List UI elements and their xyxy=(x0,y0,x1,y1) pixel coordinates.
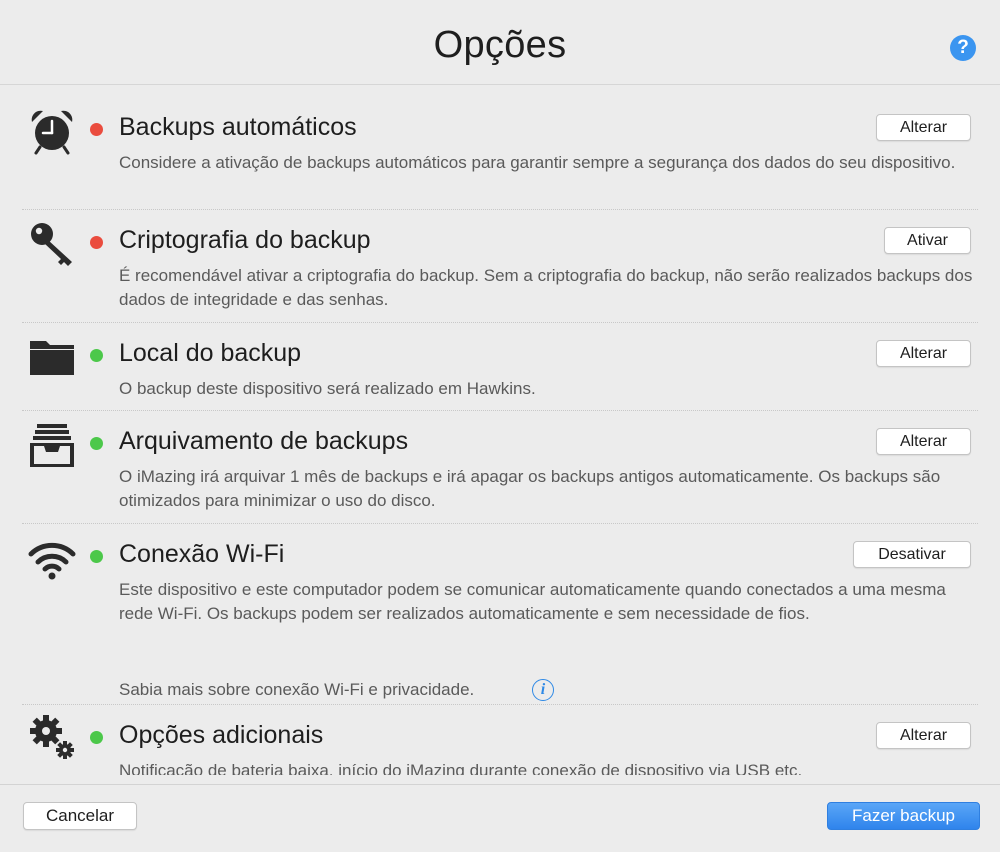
section-divider xyxy=(22,410,978,411)
key-icon xyxy=(28,220,76,268)
change-automatic-backups-button[interactable]: Alterar xyxy=(876,114,971,141)
start-backup-button[interactable]: Fazer backup xyxy=(827,802,980,830)
footer-divider xyxy=(0,784,1000,785)
section-description: Considere a ativação de backups automáti… xyxy=(119,153,956,172)
section-title: Local do backup xyxy=(119,339,302,367)
section-title: Criptografia do backup xyxy=(119,226,371,254)
section-divider xyxy=(22,322,978,323)
section-divider xyxy=(22,704,978,705)
disable-wifi-button[interactable]: Desativar xyxy=(853,541,971,568)
section-description: É recomendável ativar a criptografia do … xyxy=(119,266,973,309)
status-dot-green xyxy=(90,550,103,563)
section-title: Backups automáticos xyxy=(119,113,357,141)
alarm-clock-icon xyxy=(28,107,76,155)
section-title: Conexão Wi-Fi xyxy=(119,540,285,568)
change-location-button[interactable]: Alterar xyxy=(876,340,971,367)
change-archiving-button[interactable]: Alterar xyxy=(876,428,971,455)
section-divider xyxy=(22,523,978,524)
status-dot-green xyxy=(90,731,103,744)
wifi-icon xyxy=(28,536,76,584)
section-title: Arquivamento de backups xyxy=(119,427,409,455)
status-dot-green xyxy=(90,437,103,450)
section-title: Opções adicionais xyxy=(119,721,324,749)
wifi-privacy-note: Sabia mais sobre conexão Wi-Fi e privaci… xyxy=(119,680,475,699)
section-divider xyxy=(22,209,978,210)
status-dot-green xyxy=(90,349,103,362)
help-icon[interactable]: ? xyxy=(950,35,976,61)
section-description: Notificação de bateria baixa, início do … xyxy=(119,761,803,775)
section-description: O backup deste dispositivo será realizad… xyxy=(119,379,536,398)
status-dot-red xyxy=(90,123,103,136)
info-icon[interactable]: i xyxy=(532,679,554,701)
enable-encryption-button[interactable]: Ativar xyxy=(884,227,971,254)
section-description: O iMazing irá arquivar 1 mês de backups … xyxy=(119,467,941,510)
section-description: Este dispositivo e este computador podem… xyxy=(119,580,946,623)
archive-tray-icon xyxy=(28,421,76,469)
header: Opções ? xyxy=(0,0,1000,84)
change-additional-options-button[interactable]: Alterar xyxy=(876,722,971,749)
cancel-button[interactable]: Cancelar xyxy=(23,802,137,830)
page-title: Opções xyxy=(433,24,567,66)
gears-icon xyxy=(28,713,76,761)
options-list[interactable]: Backups automáticos Alterar Considere a … xyxy=(0,85,1000,775)
status-dot-red xyxy=(90,236,103,249)
folder-icon xyxy=(28,333,76,381)
